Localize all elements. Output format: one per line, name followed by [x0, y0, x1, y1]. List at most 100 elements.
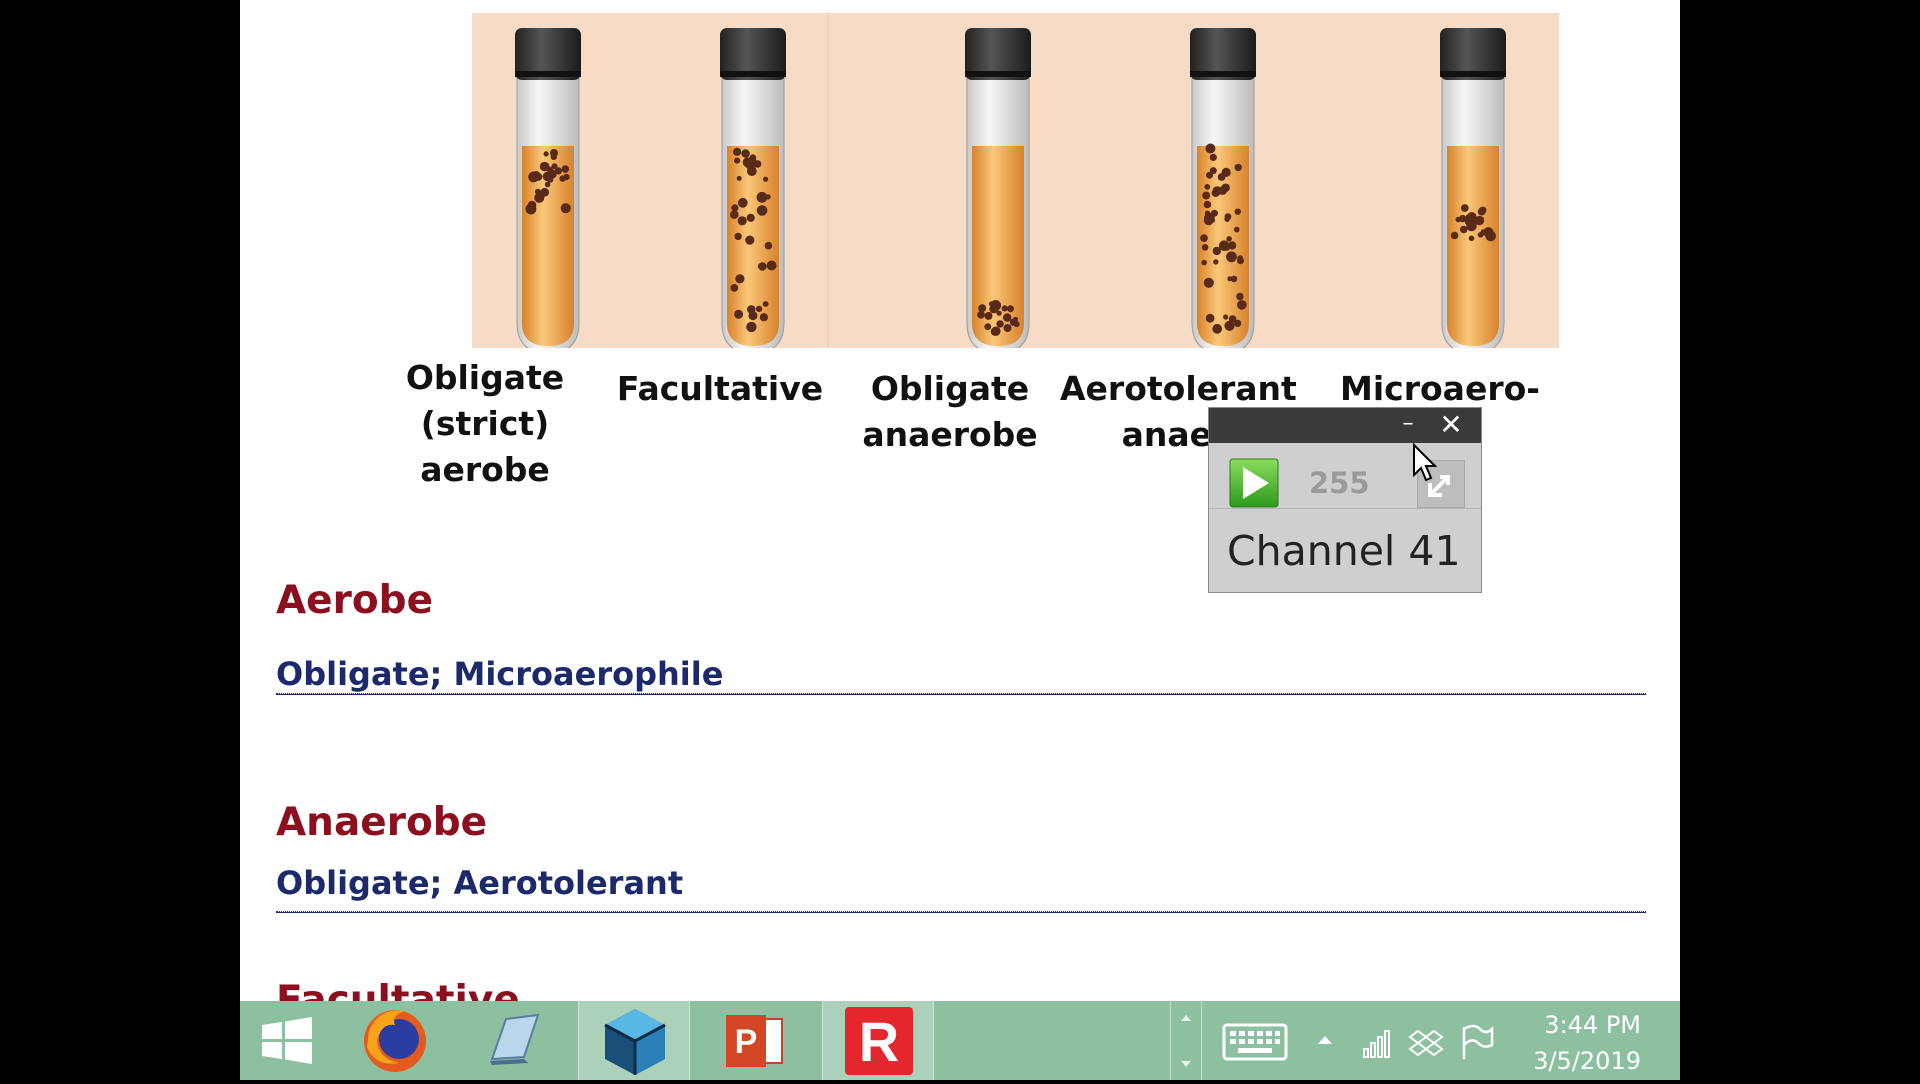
network-status[interactable]	[1358, 1001, 1398, 1080]
colony-dot	[1226, 251, 1237, 263]
colony-dot	[1213, 259, 1219, 265]
colony-dot	[737, 197, 748, 208]
sketchup-icon	[604, 1009, 666, 1075]
colony-dot	[550, 153, 557, 160]
colony-dot	[766, 260, 777, 271]
colony-dot	[1224, 320, 1235, 331]
colony-dot	[532, 171, 541, 180]
colony-dot	[730, 210, 739, 219]
taskbar: P R 3:44 PM 3/5/2019	[240, 1001, 1680, 1080]
widget-titlebar[interactable]: – ✕	[1209, 408, 1481, 443]
channel-label: Channel 41	[1209, 508, 1481, 592]
colony-dot	[1227, 276, 1233, 282]
dropbox-icon	[1408, 1029, 1444, 1057]
colony-dot	[1223, 314, 1229, 320]
colony-dot	[1237, 300, 1247, 310]
colony-dot	[1226, 236, 1232, 242]
firefox-icon	[364, 1010, 426, 1072]
svg-text:R: R	[859, 1010, 899, 1073]
minimize-button[interactable]: –	[1397, 410, 1419, 438]
heading-anaerobe: Anaerobe	[276, 800, 488, 845]
colony-dot	[1224, 213, 1232, 221]
close-button[interactable]: ✕	[1437, 410, 1465, 440]
dropbox-tray[interactable]	[1406, 1001, 1446, 1080]
colony-dot	[1221, 183, 1230, 193]
colony-dot	[734, 157, 741, 164]
taskbar-notepad[interactable]	[472, 1001, 552, 1080]
colony-dot	[1234, 226, 1240, 233]
colony-dot	[742, 157, 753, 168]
tube-obligate-anaerobe	[965, 28, 1031, 348]
colony-dot	[1479, 206, 1487, 214]
colony-dot	[733, 147, 742, 156]
mouse-cursor-icon	[1413, 443, 1438, 482]
colony-dot	[745, 235, 755, 245]
tube-aerotolerant	[1190, 28, 1256, 348]
colony-dot	[543, 151, 549, 157]
colony-dot	[1204, 184, 1211, 190]
colony-dot	[996, 320, 1004, 328]
colony-dot	[977, 310, 985, 319]
colony-dot	[1003, 324, 1012, 332]
colony-dot	[756, 205, 768, 216]
colony-dot	[1205, 313, 1215, 323]
tube-facultative	[720, 28, 786, 348]
colony-dot	[984, 311, 993, 320]
r-app-icon: R	[845, 1007, 913, 1075]
colony-dot	[765, 194, 771, 200]
colony-dot	[1459, 225, 1468, 234]
taskbar-sketchup[interactable]	[578, 1001, 690, 1080]
colony-dot	[764, 241, 773, 250]
colony-dot	[1206, 171, 1213, 179]
oxygen-requirement-tubes-figure	[472, 13, 1559, 348]
svg-text:P: P	[735, 1023, 758, 1061]
colony-dot	[757, 262, 765, 270]
colony-dot	[748, 311, 758, 321]
tube-obligate-aerobe	[515, 28, 581, 348]
colony-dot	[534, 192, 545, 203]
tube-label-facultative: Facultative	[616, 369, 824, 408]
colony-dot	[528, 205, 536, 212]
aerobe-underline	[276, 693, 1646, 695]
colony-dot	[1209, 153, 1217, 161]
colony-dot	[1200, 234, 1208, 243]
taskbar-scroll-arrows-icon	[1181, 1015, 1191, 1067]
colony-dot	[1001, 305, 1008, 312]
channel-widget[interactable]: – ✕ 255 Channel 41	[1208, 407, 1482, 593]
windows-logo-icon	[262, 1017, 312, 1064]
action-center-flag[interactable]	[1456, 1001, 1496, 1080]
clock-time[interactable]: 3:44 PM	[1501, 1011, 1641, 1039]
tube-microaerophile	[1440, 28, 1506, 348]
taskbar-scroll[interactable]	[1170, 1001, 1202, 1080]
colony-dot	[1237, 255, 1243, 262]
taskbar-r-app[interactable]: R	[822, 1001, 934, 1080]
colony-dot	[1450, 231, 1459, 240]
keyboard-icon	[1222, 1023, 1288, 1061]
colony-dot	[1234, 163, 1242, 172]
colony-dot	[988, 301, 995, 307]
colony-dot	[737, 216, 747, 226]
colony-dot	[1464, 216, 1475, 227]
colony-dot	[990, 327, 1000, 336]
anaerobe-types: Obligate; Aerotolerant	[276, 864, 684, 902]
start-button[interactable]	[252, 1001, 322, 1080]
flag-icon	[1462, 1024, 1494, 1059]
colony-dot	[746, 166, 757, 177]
touch-keyboard-button[interactable]	[1220, 1001, 1290, 1080]
colony-dot	[759, 313, 768, 322]
taskbar-firefox[interactable]	[355, 1001, 435, 1080]
colony-dot	[741, 149, 750, 158]
show-hidden-icons-button[interactable]	[1310, 1001, 1340, 1080]
chevron-up-icon	[1318, 1036, 1332, 1044]
colony-dot	[734, 232, 742, 241]
colony-dot	[1009, 318, 1018, 326]
colony-dot	[736, 175, 742, 181]
colony-dot	[1236, 292, 1244, 301]
colony-dot	[1460, 204, 1469, 212]
colony-dot	[1218, 240, 1230, 251]
clock-date[interactable]: 3/5/2019	[1501, 1047, 1641, 1075]
tube-label-microaerophile: Microaero-	[1340, 369, 1540, 408]
colony-dot	[1202, 191, 1211, 200]
taskbar-powerpoint[interactable]: P	[698, 1001, 810, 1080]
play-button[interactable]	[1229, 458, 1279, 508]
